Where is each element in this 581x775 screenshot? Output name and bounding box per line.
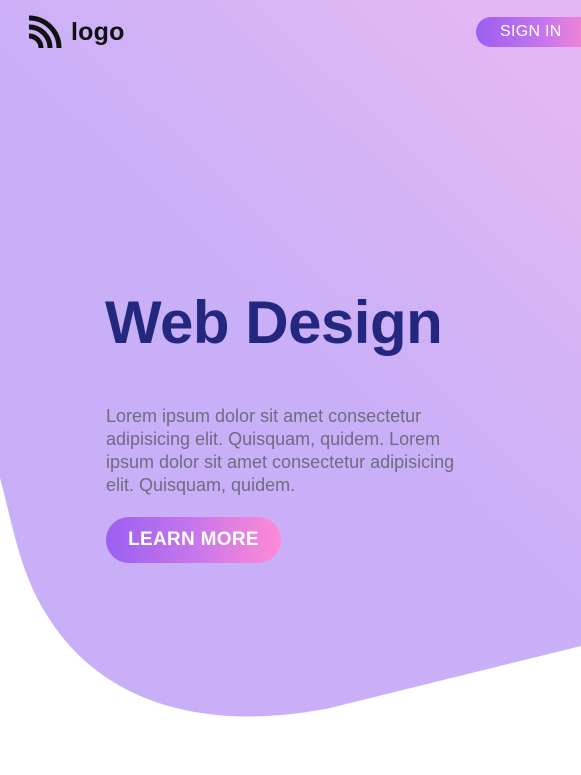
logo-text: logo	[71, 17, 125, 46]
sign-in-button[interactable]: SIGN IN	[476, 17, 581, 47]
hero-title: Web Design	[105, 289, 443, 356]
learn-more-button[interactable]: LEARN MORE	[106, 517, 281, 563]
logo[interactable]: logo	[28, 15, 125, 49]
hero-background-shape	[0, 0, 581, 717]
hero-description: Lorem ipsum dolor sit amet consectetur a…	[106, 406, 455, 495]
signal-waves-icon	[28, 15, 62, 49]
